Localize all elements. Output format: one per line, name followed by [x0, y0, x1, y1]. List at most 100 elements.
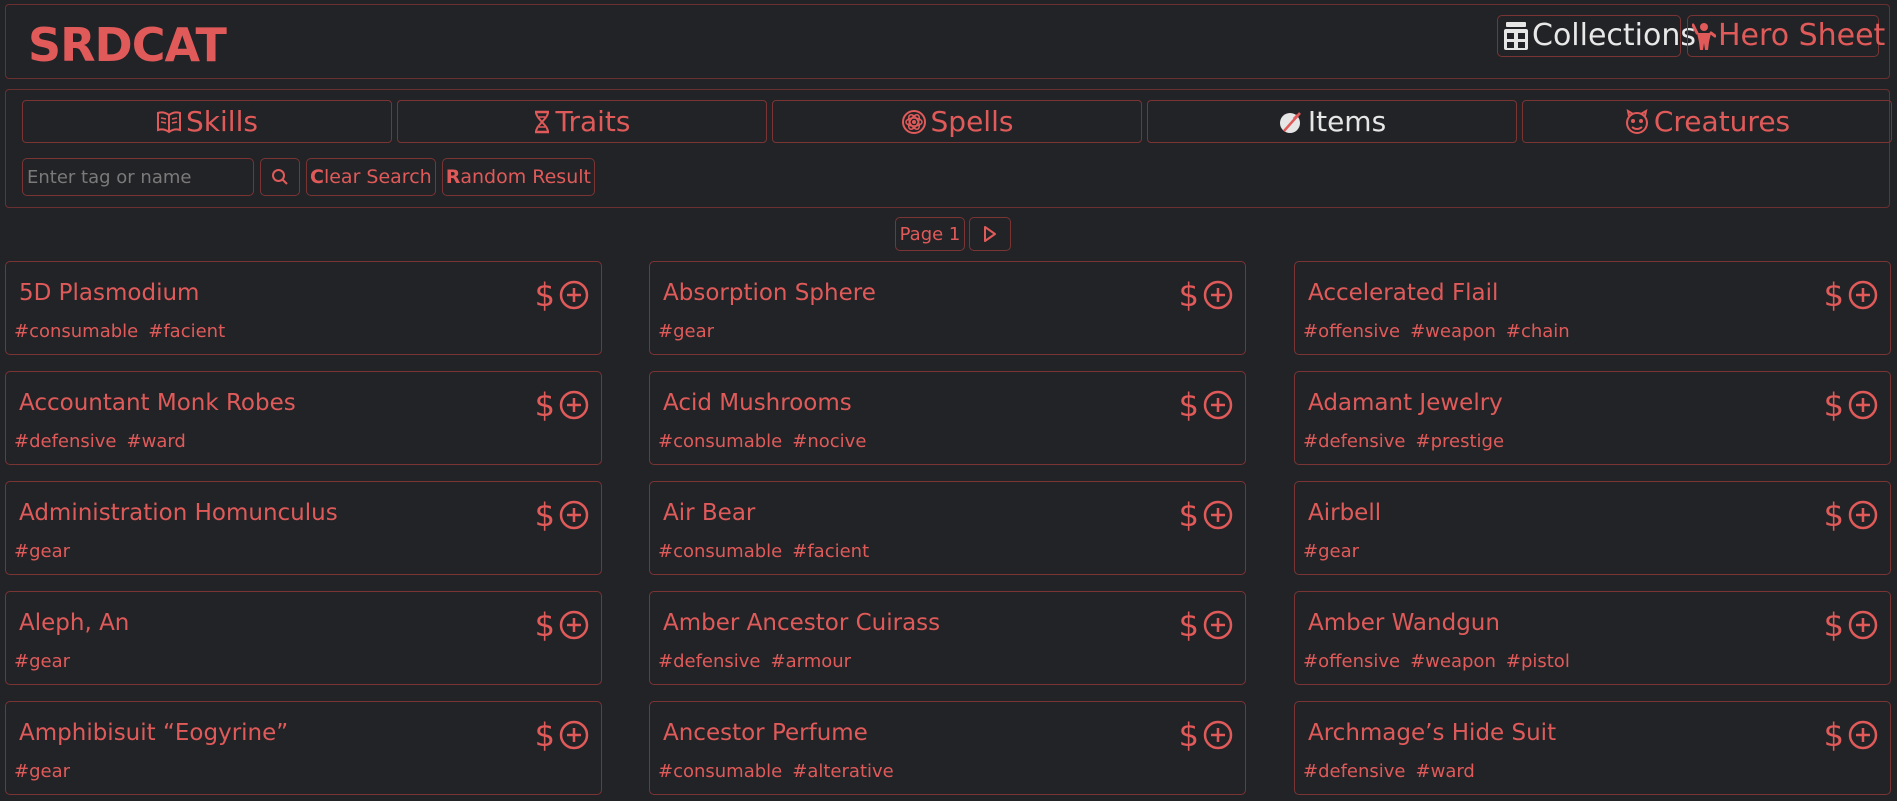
item-tag[interactable]: #alterative: [792, 761, 893, 782]
item-tag[interactable]: #defensive: [658, 651, 761, 672]
tab-skills[interactable]: Skills: [22, 100, 392, 143]
page-indicator[interactable]: Page 1: [895, 217, 965, 251]
add-circle-icon[interactable]: [1848, 280, 1878, 310]
add-circle-icon[interactable]: [1203, 720, 1233, 750]
clear-search-button[interactable]: Clear Search: [306, 158, 436, 196]
price-dollar-icon[interactable]: $: [535, 278, 555, 312]
collections-button[interactable]: Collections: [1497, 15, 1696, 57]
item-name[interactable]: Air Bear: [663, 500, 755, 526]
search-input[interactable]: [22, 158, 254, 196]
item-name[interactable]: Archmage’s Hide Suit: [1308, 720, 1556, 746]
price-dollar-icon[interactable]: $: [1824, 278, 1844, 312]
item-tag[interactable]: #defensive: [1303, 431, 1406, 452]
item-tag[interactable]: #consumable: [658, 541, 782, 562]
search-button[interactable]: [260, 158, 300, 196]
add-circle-icon[interactable]: [559, 610, 589, 640]
item-tag[interactable]: #chain: [1506, 321, 1570, 342]
price-dollar-icon[interactable]: $: [1824, 608, 1844, 642]
price-dollar-icon[interactable]: $: [1824, 498, 1844, 532]
hero-sheet-button[interactable]: Hero Sheet: [1687, 15, 1885, 57]
item-name[interactable]: Amber Ancestor Cuirass: [663, 610, 940, 636]
price-dollar-icon[interactable]: $: [1179, 718, 1199, 752]
item-tag[interactable]: #ward: [127, 431, 186, 452]
tab-traits[interactable]: Traits: [397, 100, 767, 143]
item-tag[interactable]: #consumable: [14, 321, 138, 342]
item-card[interactable]: 5D Plasmodium $ #consumable #facient: [5, 261, 602, 355]
app-logo[interactable]: SRDCAT: [28, 19, 227, 71]
item-card[interactable]: Amphibisuit “Eogyrine” $ #gear: [5, 701, 602, 795]
item-tag[interactable]: #offensive: [1303, 321, 1400, 342]
random-result-button[interactable]: Random Result: [441, 158, 595, 196]
item-tag[interactable]: #gear: [658, 321, 714, 342]
item-card[interactable]: Airbell $ #gear: [1294, 481, 1891, 575]
item-name[interactable]: Accelerated Flail: [1308, 280, 1498, 306]
item-card[interactable]: Adamant Jewelry $ #defensive #prestige: [1294, 371, 1891, 465]
item-name[interactable]: Aleph, An: [19, 610, 129, 636]
item-name[interactable]: Ancestor Perfume: [663, 720, 868, 746]
next-page-button[interactable]: [969, 217, 1011, 251]
item-card[interactable]: Administration Homunculus $ #gear: [5, 481, 602, 575]
add-circle-icon[interactable]: [1203, 390, 1233, 420]
add-circle-icon[interactable]: [1848, 610, 1878, 640]
add-circle-icon[interactable]: [559, 390, 589, 420]
add-circle-icon[interactable]: [559, 500, 589, 530]
item-tag[interactable]: #gear: [14, 541, 70, 562]
add-circle-icon[interactable]: [1203, 500, 1233, 530]
item-name[interactable]: Amphibisuit “Eogyrine”: [19, 720, 288, 746]
add-circle-icon[interactable]: [1203, 280, 1233, 310]
tab-creatures[interactable]: Creatures: [1522, 100, 1892, 143]
item-card[interactable]: Archmage’s Hide Suit $ #defensive #ward: [1294, 701, 1891, 795]
item-card[interactable]: Accelerated Flail $ #offensive #weapon #chai…: [1294, 261, 1891, 355]
item-tag[interactable]: #gear: [14, 651, 70, 672]
item-tag[interactable]: #defensive: [1303, 761, 1406, 782]
add-circle-icon[interactable]: [559, 720, 589, 750]
item-tag[interactable]: #ward: [1416, 761, 1475, 782]
price-dollar-icon[interactable]: $: [1824, 388, 1844, 422]
price-dollar-icon[interactable]: $: [535, 608, 555, 642]
item-tag[interactable]: #gear: [1303, 541, 1359, 562]
item-tag[interactable]: #defensive: [14, 431, 117, 452]
add-circle-icon[interactable]: [1848, 500, 1878, 530]
item-tag[interactable]: #pistol: [1506, 651, 1570, 672]
price-dollar-icon[interactable]: $: [535, 718, 555, 752]
item-tag[interactable]: #facient: [148, 321, 225, 342]
item-tag[interactable]: #consumable: [658, 431, 782, 452]
price-dollar-icon[interactable]: $: [1179, 278, 1199, 312]
item-tag[interactable]: #consumable: [658, 761, 782, 782]
item-name[interactable]: Administration Homunculus: [19, 500, 338, 526]
item-name[interactable]: Adamant Jewelry: [1308, 390, 1503, 416]
item-card[interactable]: Accountant Monk Robes $ #defensive #ward: [5, 371, 602, 465]
price-dollar-icon[interactable]: $: [1179, 498, 1199, 532]
item-card[interactable]: Ancestor Perfume $ #consumable #alterative: [649, 701, 1246, 795]
price-dollar-icon[interactable]: $: [1179, 608, 1199, 642]
add-circle-icon[interactable]: [1203, 610, 1233, 640]
item-tag[interactable]: #nocive: [792, 431, 866, 452]
item-name[interactable]: Airbell: [1308, 500, 1381, 526]
item-name[interactable]: Acid Mushrooms: [663, 390, 852, 416]
add-circle-icon[interactable]: [559, 280, 589, 310]
item-tag[interactable]: #weapon: [1410, 321, 1496, 342]
price-dollar-icon[interactable]: $: [535, 388, 555, 422]
item-name[interactable]: Accountant Monk Robes: [19, 390, 296, 416]
item-tag[interactable]: #prestige: [1416, 431, 1505, 452]
item-name[interactable]: Amber Wandgun: [1308, 610, 1500, 636]
add-circle-icon[interactable]: [1848, 720, 1878, 750]
item-card[interactable]: Aleph, An $ #gear: [5, 591, 602, 685]
item-card[interactable]: Air Bear $ #consumable #facient: [649, 481, 1246, 575]
item-card[interactable]: Acid Mushrooms $ #consumable #nocive: [649, 371, 1246, 465]
price-dollar-icon[interactable]: $: [1179, 388, 1199, 422]
price-dollar-icon[interactable]: $: [535, 498, 555, 532]
add-circle-icon[interactable]: [1848, 390, 1878, 420]
item-tag[interactable]: #offensive: [1303, 651, 1400, 672]
item-card[interactable]: Amber Wandgun $ #offensive #weapon #pistol: [1294, 591, 1891, 685]
item-tag[interactable]: #gear: [14, 761, 70, 782]
item-card[interactable]: Absorption Sphere $ #gear: [649, 261, 1246, 355]
tab-items[interactable]: Items: [1147, 100, 1517, 143]
item-card[interactable]: Amber Ancestor Cuirass $ #defensive #armour: [649, 591, 1246, 685]
price-dollar-icon[interactable]: $: [1824, 718, 1844, 752]
item-name[interactable]: 5D Plasmodium: [19, 280, 199, 306]
tab-spells[interactable]: Spells: [772, 100, 1142, 143]
item-name[interactable]: Absorption Sphere: [663, 280, 876, 306]
item-tag[interactable]: #facient: [792, 541, 869, 562]
item-tag[interactable]: #weapon: [1410, 651, 1496, 672]
